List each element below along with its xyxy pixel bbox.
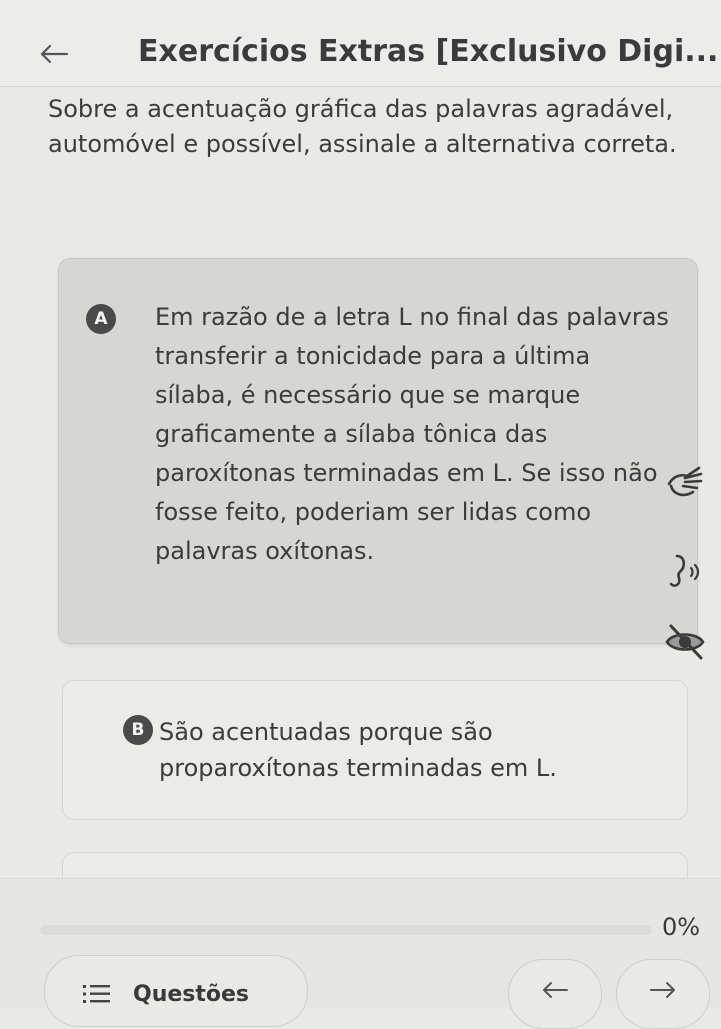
page-title: Exercícios Extras [Exclusivo Digi... xyxy=(138,34,718,69)
option-b[interactable]: B São acentuadas porque são proparoxíton… xyxy=(62,680,688,820)
arrow-left-icon xyxy=(543,982,568,998)
option-text: Em razão de a letra L no final das palav… xyxy=(155,303,669,565)
footer: 0% Questões xyxy=(0,878,721,1029)
option-letter-badge: A xyxy=(86,304,116,334)
next-button[interactable] xyxy=(616,959,710,1029)
option-a[interactable]: A Em razão de a letra L no final das pal… xyxy=(58,258,698,644)
option-text: São acentuadas porque são proparoxítonas… xyxy=(159,718,557,782)
arrow-left-icon xyxy=(40,44,69,64)
progress-label: 0% xyxy=(662,913,701,941)
list-icon xyxy=(83,985,110,1003)
previous-button[interactable] xyxy=(508,959,602,1029)
eye-slash-icon xyxy=(665,624,705,660)
speaker-icon xyxy=(669,554,700,587)
option-letter-badge: B xyxy=(123,715,153,745)
sign-language-icon xyxy=(667,466,703,497)
question-text: Sobre a acentuação gráfica das palavras … xyxy=(48,95,677,158)
back-button[interactable] xyxy=(34,34,74,74)
progress-bar xyxy=(40,925,652,935)
arrow-right-icon xyxy=(650,982,675,998)
top-bar: Exercícios Extras [Exclusivo Digi... xyxy=(0,0,721,87)
questions-button[interactable]: Questões xyxy=(44,955,308,1027)
text-to-speech-button[interactable] xyxy=(655,542,715,602)
hide-content-button[interactable] xyxy=(655,612,715,672)
questions-label: Questões xyxy=(133,982,250,1007)
sign-language-button[interactable] xyxy=(655,452,715,512)
